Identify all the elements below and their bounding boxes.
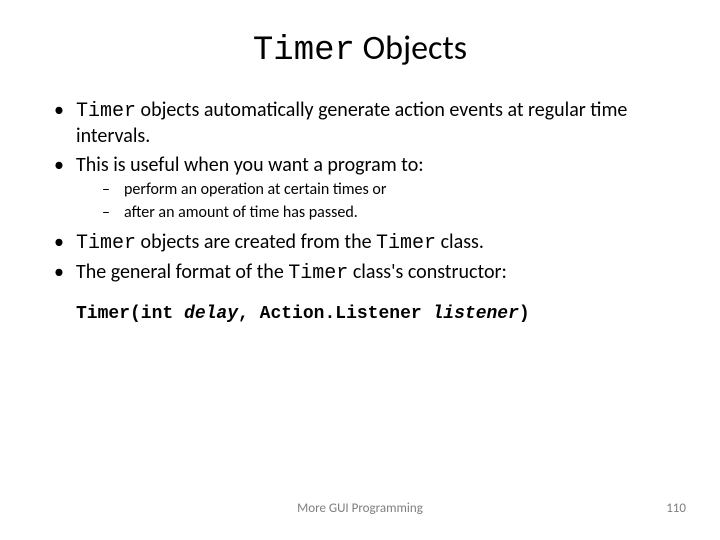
code-arg2: listener <box>432 304 518 324</box>
footer-text: More GUI Programming <box>0 501 720 516</box>
bullet-1: Timer objects automatically generate act… <box>48 98 672 149</box>
bullet-3-code2: Timer <box>376 232 436 255</box>
bullet-4-post: class's constructor: <box>348 260 507 284</box>
bullet-1-code: Timer <box>76 100 136 123</box>
bullet-2-text: This is useful when you want a program t… <box>76 153 424 177</box>
code-p1: Timer(int <box>76 304 184 324</box>
code-p2: , Action.Listener <box>238 304 432 324</box>
bullet-4-pre: The general format of the <box>76 260 288 284</box>
bullet-list: Timer objects automatically generate act… <box>48 98 672 286</box>
constructor-code: Timer(int delay, Action.Listener listene… <box>48 304 672 324</box>
bullet-1-text: objects automatically generate action ev… <box>76 98 627 148</box>
title-code: Timer <box>253 32 355 70</box>
sub-list: perform an operation at certain times or… <box>76 180 672 224</box>
bullet-3-end: class. <box>436 230 484 254</box>
bullet-2: This is useful when you want a program t… <box>48 153 672 224</box>
sub-1: perform an operation at certain times or <box>76 180 672 201</box>
code-arg1: delay <box>184 304 238 324</box>
slide-title: Timer Objects <box>48 28 672 70</box>
code-p3: ) <box>519 304 530 324</box>
sub-2: after an amount of time has passed. <box>76 203 672 224</box>
page-number: 110 <box>666 501 686 516</box>
bullet-4-code: Timer <box>288 262 348 285</box>
bullet-3-code1: Timer <box>76 232 136 255</box>
bullet-3-mid: objects are created from the <box>136 230 376 254</box>
bullet-3: Timer objects are created from the Timer… <box>48 230 672 256</box>
bullet-4: The general format of the Timer class's … <box>48 260 672 286</box>
title-rest: Objects <box>355 28 467 69</box>
slide-body: Timer Objects Timer objects automaticall… <box>0 0 720 324</box>
